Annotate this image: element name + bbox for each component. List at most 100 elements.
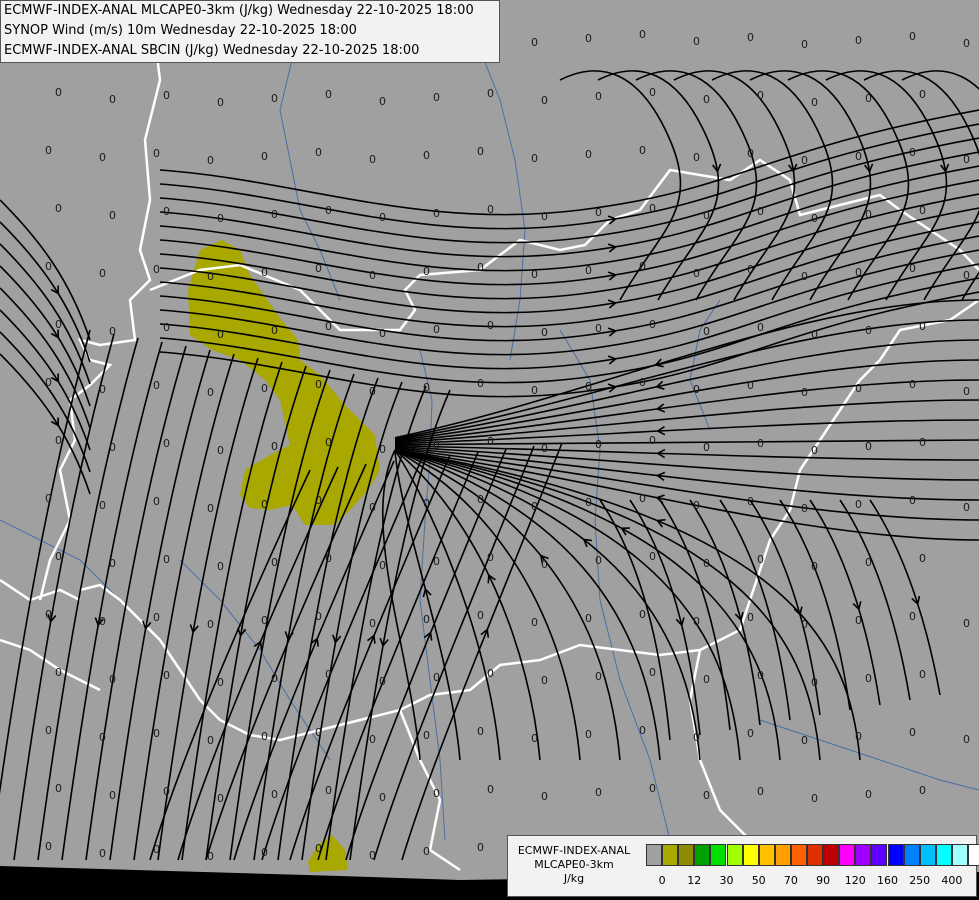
sbcin-value-label: 0 bbox=[595, 670, 602, 683]
sbcin-value-label: 0 bbox=[369, 501, 376, 514]
sbcin-value-label: 0 bbox=[801, 734, 808, 747]
sbcin-value-label: 0 bbox=[325, 320, 332, 333]
sbcin-value-label: 0 bbox=[379, 327, 386, 340]
sbcin-value-label: 0 bbox=[153, 611, 160, 624]
legend-title-block: ECMWF-INDEX-ANAL MLCAPE0-3km J/kg bbox=[508, 844, 640, 886]
sbcin-value-label: 0 bbox=[703, 557, 710, 570]
legend-tick-label: 160 bbox=[877, 874, 898, 887]
sbcin-value-label: 0 bbox=[423, 613, 430, 626]
sbcin-value-label: 0 bbox=[639, 492, 646, 505]
sbcin-value-label: 0 bbox=[433, 671, 440, 684]
sbcin-value-label: 0 bbox=[703, 209, 710, 222]
sbcin-value-label: 0 bbox=[919, 320, 926, 333]
header-line-wind: SYNOP Wind (m/s) 10m Wednesday 22-10-202… bbox=[4, 23, 357, 38]
sbcin-value-label: 0 bbox=[261, 730, 268, 743]
sbcin-value-label: 0 bbox=[271, 556, 278, 569]
sbcin-value-label: 0 bbox=[477, 725, 484, 738]
sbcin-value-label: 0 bbox=[693, 35, 700, 48]
sbcin-value-label: 0 bbox=[919, 88, 926, 101]
sbcin-value-label: 0 bbox=[325, 668, 332, 681]
sbcin-value-label: 0 bbox=[531, 732, 538, 745]
sbcin-value-label: 0 bbox=[585, 264, 592, 277]
sbcin-value-label: 0 bbox=[639, 144, 646, 157]
sbcin-value-label: 0 bbox=[99, 847, 106, 860]
sbcin-value-label: 0 bbox=[369, 269, 376, 282]
sbcin-value-label: 0 bbox=[801, 38, 808, 51]
sbcin-value-label: 0 bbox=[865, 440, 872, 453]
sbcin-value-label: 0 bbox=[865, 92, 872, 105]
header-line-mlcape: ECMWF-INDEX-ANAL MLCAPE0-3km (J/kg) Wedn… bbox=[4, 3, 474, 18]
sbcin-value-label: 0 bbox=[639, 376, 646, 389]
legend-swatch bbox=[951, 844, 968, 866]
sbcin-value-label: 0 bbox=[109, 93, 116, 106]
sbcin-value-label: 0 bbox=[45, 608, 52, 621]
sbcin-value-label: 0 bbox=[757, 321, 764, 334]
sbcin-value-label: 0 bbox=[99, 615, 106, 628]
sbcin-value-label: 0 bbox=[477, 841, 484, 854]
sbcin-value-label: 0 bbox=[163, 89, 170, 102]
sbcin-value-label: 0 bbox=[963, 37, 970, 50]
sbcin-value-label: 0 bbox=[261, 614, 268, 627]
sbcin-value-label: 0 bbox=[855, 266, 862, 279]
sbcin-value-label: 0 bbox=[747, 727, 754, 740]
sbcin-value-label: 0 bbox=[693, 731, 700, 744]
sbcin-value-label: 0 bbox=[909, 610, 916, 623]
sbcin-value-label: 0 bbox=[325, 552, 332, 565]
sbcin-value-label: 0 bbox=[811, 328, 818, 341]
sbcin-value-label: 0 bbox=[45, 376, 52, 389]
sbcin-value-label: 0 bbox=[217, 792, 224, 805]
legend-tick-label: 90 bbox=[816, 874, 831, 887]
sbcin-value-label: 0 bbox=[433, 91, 440, 104]
sbcin-value-label: 0 bbox=[649, 550, 656, 563]
sbcin-value-label: 0 bbox=[585, 496, 592, 509]
sbcin-value-label: 0 bbox=[531, 152, 538, 165]
sbcin-value-label: 0 bbox=[163, 205, 170, 218]
sbcin-value-label: 0 bbox=[649, 666, 656, 679]
sbcin-value-label: 0 bbox=[909, 262, 916, 275]
sbcin-value-label: 0 bbox=[477, 145, 484, 158]
legend-subtitle: MLCAPE0-3km bbox=[534, 858, 614, 871]
sbcin-value-label: 0 bbox=[217, 212, 224, 225]
sbcin-value-label: 0 bbox=[919, 668, 926, 681]
sbcin-value-label: 0 bbox=[811, 792, 818, 805]
sbcin-value-label: 0 bbox=[261, 266, 268, 279]
sbcin-value-label: 0 bbox=[541, 210, 548, 223]
sbcin-value-label: 0 bbox=[811, 444, 818, 457]
legend-tick-label: 0 bbox=[658, 874, 666, 887]
sbcin-value-label: 0 bbox=[315, 610, 322, 623]
sbcin-value-label: 0 bbox=[153, 263, 160, 276]
sbcin-value-label: 0 bbox=[649, 318, 656, 331]
legend-swatch bbox=[871, 844, 888, 866]
sbcin-value-label: 0 bbox=[541, 674, 548, 687]
sbcin-value-label: 0 bbox=[703, 93, 710, 106]
sbcin-value-label: 0 bbox=[919, 204, 926, 217]
sbcin-value-label: 0 bbox=[423, 845, 430, 858]
sbcin-value-label: 0 bbox=[757, 89, 764, 102]
legend-swatch bbox=[742, 844, 759, 866]
legend-swatch bbox=[839, 844, 856, 866]
sbcin-value-label: 0 bbox=[865, 208, 872, 221]
sbcin-value-label: 0 bbox=[45, 260, 52, 273]
sbcin-value-label: 0 bbox=[757, 205, 764, 218]
sbcin-value-label: 0 bbox=[855, 34, 862, 47]
legend-swatch bbox=[903, 844, 920, 866]
sbcin-value-label: 0 bbox=[801, 386, 808, 399]
sbcin-value-label: 0 bbox=[423, 149, 430, 162]
sbcin-value-label: 0 bbox=[261, 150, 268, 163]
sbcin-value-label: 0 bbox=[865, 672, 872, 685]
sbcin-value-label: 0 bbox=[487, 667, 494, 680]
sbcin-value-label: 0 bbox=[487, 435, 494, 448]
sbcin-value-label: 0 bbox=[55, 666, 62, 679]
sbcin-value-label: 0 bbox=[909, 726, 916, 739]
sbcin-value-label: 0 bbox=[315, 842, 322, 855]
sbcin-value-label: 0 bbox=[153, 147, 160, 160]
sbcin-value-label: 0 bbox=[423, 729, 430, 742]
sbcin-value-label: 0 bbox=[541, 326, 548, 339]
legend-swatch bbox=[935, 844, 952, 866]
sbcin-value-label: 0 bbox=[379, 211, 386, 224]
sbcin-value-label: 0 bbox=[531, 616, 538, 629]
sbcin-value-label: 0 bbox=[45, 144, 52, 157]
sbcin-value-label: 0 bbox=[315, 494, 322, 507]
sbcin-value-label: 0 bbox=[45, 840, 52, 853]
sbcin-value-label: 0 bbox=[541, 442, 548, 455]
